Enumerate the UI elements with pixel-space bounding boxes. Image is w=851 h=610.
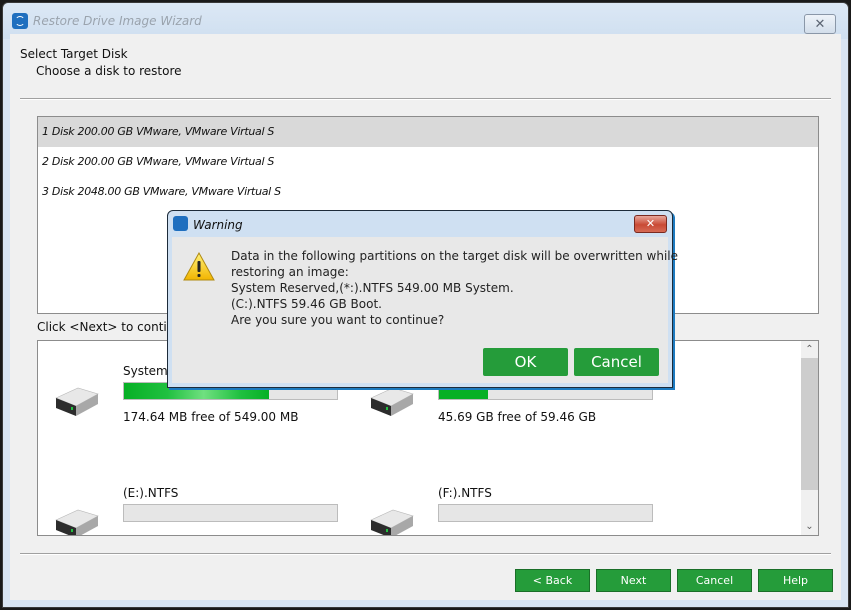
usage-text: 45.69 GB free of 59.46 GB bbox=[438, 410, 597, 424]
window-close-button[interactable]: ✕ bbox=[804, 14, 836, 34]
dialog-title-bar: Warning ✕ bbox=[168, 211, 672, 237]
header-divider bbox=[20, 98, 831, 100]
warning-line: Data in the following partitions on the … bbox=[231, 249, 678, 263]
hard-drive-icon bbox=[55, 509, 99, 535]
hard-drive-icon bbox=[370, 509, 414, 535]
partition-label: (E:).NTFS bbox=[123, 486, 179, 500]
vertical-scrollbar[interactable]: ⌃ ⌄ bbox=[801, 341, 818, 535]
cancel-button[interactable]: Cancel bbox=[677, 569, 752, 592]
dialog-title: Warning bbox=[193, 218, 243, 232]
warning-icon bbox=[183, 252, 215, 281]
partition-item[interactable]: (E:).NTFS bbox=[54, 486, 354, 535]
window-title: Restore Drive Image Wizard bbox=[33, 14, 202, 28]
partition-label: (F:).NTFS bbox=[438, 486, 492, 500]
page-title: Select Target Disk bbox=[20, 47, 128, 61]
back-button[interactable]: < Back bbox=[515, 569, 590, 592]
warning-message: Data in the following partitions on the … bbox=[231, 248, 678, 328]
hard-drive-icon bbox=[370, 387, 414, 416]
partition-item[interactable]: (F:).NTFS bbox=[369, 486, 669, 535]
usage-text: 174.64 MB free of 549.00 MB bbox=[123, 410, 299, 424]
app-icon bbox=[12, 13, 28, 29]
app-icon bbox=[173, 216, 188, 231]
dialog-close-button[interactable]: ✕ bbox=[634, 215, 667, 233]
scroll-down-icon[interactable]: ⌄ bbox=[801, 518, 818, 535]
next-button[interactable]: Next bbox=[596, 569, 671, 592]
warning-line: System Reserved,(*:).NTFS 549.00 MB Syst… bbox=[231, 281, 514, 295]
disk-list-item[interactable]: 2 Disk 200.00 GB VMware, VMware Virtual … bbox=[38, 147, 818, 177]
footer-divider bbox=[20, 553, 831, 555]
warning-line: Are you sure you want to continue? bbox=[231, 313, 445, 327]
dialog-body: Data in the following partitions on the … bbox=[172, 237, 678, 383]
warning-dialog: Warning ✕ Data in the following partitio… bbox=[167, 210, 678, 388]
ok-button[interactable]: OK bbox=[483, 348, 568, 376]
dialog-cancel-button[interactable]: Cancel bbox=[574, 348, 659, 376]
help-button[interactable]: Help bbox=[758, 569, 833, 592]
scroll-thumb[interactable] bbox=[801, 358, 818, 490]
usage-bar bbox=[123, 504, 338, 522]
hard-drive-icon bbox=[55, 387, 99, 416]
warning-line: (C:).NTFS 59.46 GB Boot. bbox=[231, 297, 382, 311]
disk-list-item[interactable]: 1 Disk 200.00 GB VMware, VMware Virtual … bbox=[38, 117, 818, 147]
disk-list-item[interactable]: 3 Disk 2048.00 GB VMware, VMware Virtual… bbox=[38, 177, 818, 207]
warning-line: restoring an image: bbox=[231, 265, 349, 279]
usage-bar bbox=[438, 504, 653, 522]
scroll-up-icon[interactable]: ⌃ bbox=[801, 341, 818, 358]
page-subtitle: Choose a disk to restore bbox=[36, 64, 182, 78]
